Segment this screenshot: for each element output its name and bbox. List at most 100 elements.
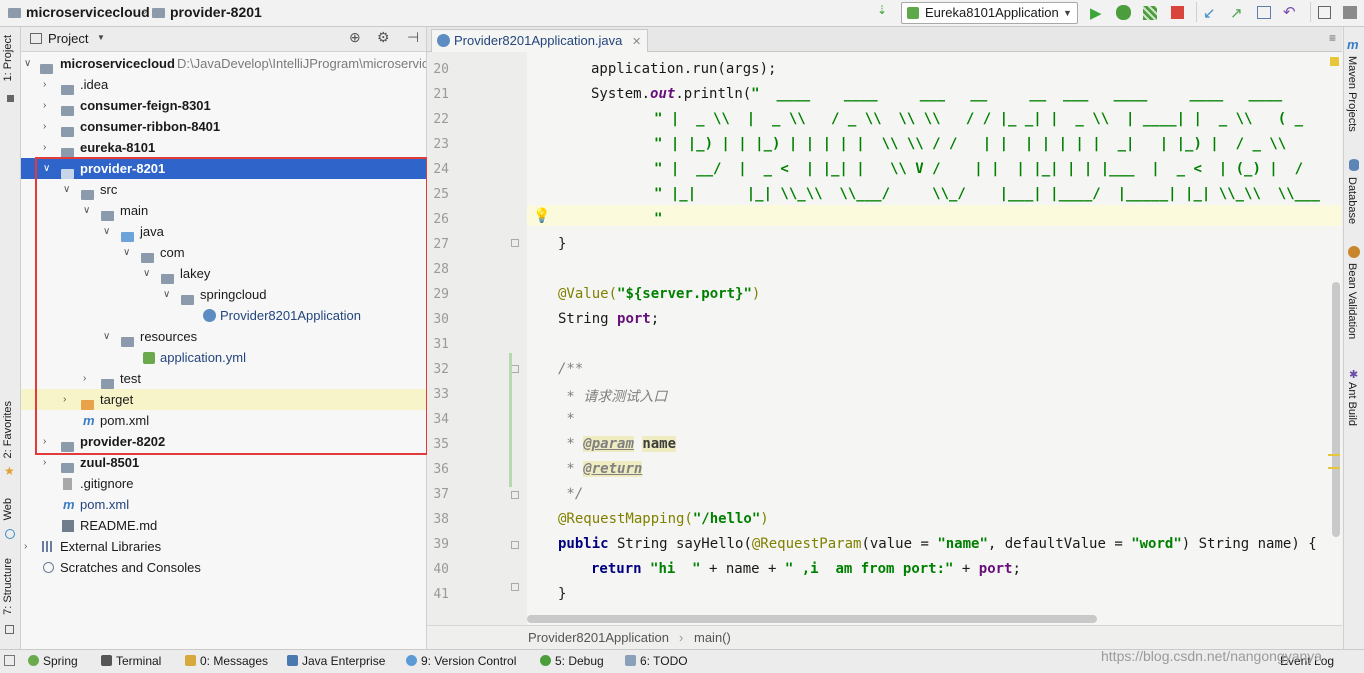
tree-item-idea[interactable]: › .idea <box>21 74 426 95</box>
project-panel-header: Project ▼ ⊕ ⚙ ⊣ <box>21 27 426 52</box>
tree-item-file[interactable]: m pom.xml <box>21 494 426 515</box>
tree-item-module[interactable]: › consumer-ribbon-8401 <box>21 116 426 137</box>
tree-item-module-selected[interactable]: ∨ provider-8201 <box>21 158 426 179</box>
fold-marker-icon[interactable] <box>511 365 519 373</box>
tool-tab-label: Terminal <box>116 654 162 668</box>
tab-favorites[interactable]: 2: Favorites <box>2 401 14 458</box>
code-annotation: @RequestMapping( <box>558 511 693 527</box>
tab-bean-validation[interactable]: Bean Validation <box>1346 263 1358 339</box>
fold-marker-icon[interactable] <box>511 239 519 247</box>
fold-marker-icon[interactable] <box>511 541 519 549</box>
tree-item-file[interactable]: README.md <box>21 515 426 536</box>
tree-item-scratches[interactable]: Scratches and Consoles <box>21 557 426 578</box>
tree-item-file[interactable]: .gitignore <box>21 473 426 494</box>
tree-item-folder[interactable]: ∨ resources <box>21 326 426 347</box>
tree-item-module[interactable]: › eureka-8101 <box>21 137 426 158</box>
code-comment: */ <box>558 486 584 502</box>
chevron-down-icon: ▼ <box>1063 8 1072 18</box>
sdk-icon[interactable] <box>1343 6 1357 19</box>
tree-item-file[interactable]: application.yml <box>21 347 426 368</box>
close-icon[interactable]: ✕ <box>632 36 641 48</box>
hide-panel-icon[interactable]: ⊣ <box>407 29 419 46</box>
warning-stripe[interactable] <box>1328 454 1340 456</box>
gear-icon[interactable]: ⚙ <box>377 29 390 46</box>
vcs-commit-icon[interactable]: ↗ <box>1230 4 1243 22</box>
build-icon[interactable]: ⇣ <box>877 3 892 18</box>
tool-tab-todo[interactable]: 6: TODO <box>625 654 688 668</box>
chevron-down-icon: ∨ <box>143 268 151 279</box>
tab-project[interactable]: 1: Project <box>2 35 14 81</box>
tree-item-folder[interactable]: ∨ main <box>21 200 426 221</box>
tab-ant-build[interactable]: Ant Build <box>1346 382 1358 426</box>
tree-item-label: microservicecloud <box>60 56 175 71</box>
vcs-update-icon[interactable]: ↙ <box>1203 4 1216 22</box>
editor-tab-active[interactable]: Provider8201Application.java ✕ <box>431 29 649 52</box>
left-tool-strip: 1: Project 2: Favorites ★ Web 7: Structu… <box>0 27 21 649</box>
horizontal-scrollbar[interactable] <box>527 615 1097 623</box>
tree-item-package[interactable]: ∨ com <box>21 242 426 263</box>
spring-boot-class-icon <box>203 309 216 322</box>
tree-item-label: java <box>140 224 164 239</box>
ant-icon: ✱ <box>1349 369 1359 381</box>
tree-item-libraries[interactable]: › External Libraries <box>21 536 426 557</box>
tree-item-module[interactable]: › consumer-feign-8301 <box>21 95 426 116</box>
breadcrumb-item-project[interactable]: microservicecloud <box>8 4 150 20</box>
tree-item-file[interactable]: m pom.xml <box>21 410 426 431</box>
breadcrumb-class[interactable]: Provider8201Application <box>528 626 669 649</box>
code-comment: * 请求测试入口 <box>558 389 668 405</box>
tree-item-java-class[interactable]: Provider8201Application <box>21 305 426 326</box>
tree-item-root[interactable]: ∨ microservicecloud D:\JavaDevelop\Intel… <box>21 53 426 74</box>
run-icon[interactable]: ▶ <box>1090 4 1102 22</box>
tree-item-package[interactable]: ∨ springcloud <box>21 284 426 305</box>
tree-item-folder[interactable]: ∨ java <box>21 221 426 242</box>
tree-item-folder[interactable]: › test <box>21 368 426 389</box>
run-configuration-select[interactable]: Eureka8101Application ▼ <box>901 2 1078 24</box>
stop-icon[interactable] <box>1171 6 1184 19</box>
fold-marker-icon[interactable] <box>511 491 519 499</box>
tool-tab-java-enterprise[interactable]: Java Enterprise <box>287 654 385 668</box>
tool-tab-spring[interactable]: Spring <box>28 654 78 668</box>
folder-icon <box>152 8 165 18</box>
code-text: + name + <box>700 561 785 577</box>
fold-marker-icon[interactable] <box>511 583 519 591</box>
tree-item-package[interactable]: ∨ lakey <box>21 263 426 284</box>
tree-item-module[interactable]: › provider-8202 <box>21 431 426 452</box>
project-structure-icon[interactable] <box>1318 6 1331 19</box>
tab-database[interactable]: Database <box>1346 177 1358 224</box>
chevron-down-icon: ∨ <box>103 331 111 342</box>
tool-tab-terminal[interactable]: Terminal <box>101 654 161 668</box>
tool-tab-messages[interactable]: 0: Messages <box>185 654 268 668</box>
project-view-select[interactable]: Project <box>48 31 88 46</box>
tab-web[interactable]: Web <box>2 498 14 520</box>
vertical-scrollbar[interactable] <box>1332 282 1340 537</box>
scroll-from-source-icon[interactable]: ⊕ <box>349 29 361 46</box>
breadcrumb-method[interactable]: main() <box>694 626 731 649</box>
toggle-tool-windows-icon[interactable] <box>4 655 15 666</box>
tree-item-folder[interactable]: › target <box>21 389 426 410</box>
code-text: String <box>558 311 618 327</box>
lightbulb-icon[interactable]: 💡 <box>533 207 550 224</box>
code-text: ; <box>1012 561 1021 577</box>
vcs-compare-icon[interactable] <box>1257 6 1271 19</box>
code-string: "name" <box>937 536 988 552</box>
tree-item-folder[interactable]: ∨ src <box>21 179 426 200</box>
tool-tab-debug[interactable]: 5: Debug <box>540 654 604 668</box>
tree-item-module[interactable]: › zuul-8501 <box>21 452 426 473</box>
inspection-status-icon[interactable] <box>1330 57 1339 66</box>
package-icon <box>161 274 174 284</box>
breadcrumb-separator: › <box>142 3 147 19</box>
code-string: " ,i am from port:" <box>784 561 954 577</box>
warning-stripe[interactable] <box>1328 467 1340 469</box>
debug-icon[interactable] <box>1116 5 1131 20</box>
tool-tab-version-control[interactable]: 9: Version Control <box>406 654 516 668</box>
tab-structure[interactable]: 7: Structure <box>2 558 14 615</box>
tab-list-icon[interactable]: ≡ <box>1329 31 1336 45</box>
coverage-icon[interactable] <box>1143 6 1157 20</box>
revert-icon[interactable]: ↶ <box>1283 3 1296 21</box>
code-editor[interactable]: Provider8201Application.java ✕ ≡ 💡 20 21… <box>427 27 1342 649</box>
chevron-down-icon[interactable]: ▼ <box>97 33 105 42</box>
code-text: String sayHello( <box>608 536 752 552</box>
breadcrumb-item-module[interactable]: provider-8201 <box>152 4 262 20</box>
current-line-highlight <box>527 205 1342 226</box>
tab-maven-projects[interactable]: Maven Projects <box>1346 56 1358 132</box>
